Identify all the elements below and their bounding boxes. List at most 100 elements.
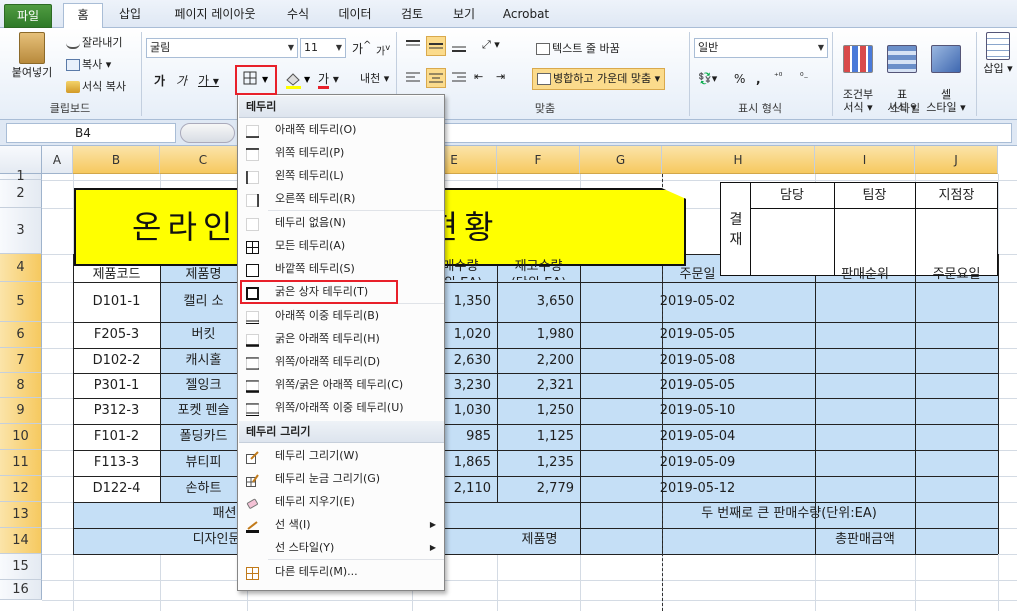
row-header-7[interactable]: 7 [0, 348, 42, 373]
align-left-button[interactable] [404, 70, 422, 89]
thick-box-border-highlight [240, 280, 398, 304]
thick-bottom-border-icon [246, 332, 259, 347]
border-item-label: 위쪽/아래쪽 이중 테두리(U) [275, 401, 404, 414]
grow-font-button[interactable]: 가^ [352, 40, 371, 57]
italic-button[interactable]: 가 [176, 72, 187, 89]
draw-item-3[interactable]: 선 색(I) ▶ [239, 513, 444, 536]
row-header-8[interactable]: 8 [0, 373, 42, 398]
border-item-0[interactable]: 아래쪽 테두리(O) [239, 118, 444, 141]
column-header-i[interactable]: I [815, 146, 915, 174]
border-item-3[interactable]: 오른쪽 테두리(R) [239, 187, 444, 210]
border-item-8[interactable]: 아래쪽 이중 테두리(B) [239, 304, 444, 327]
copy-button[interactable]: 복사 ▾ [66, 56, 111, 72]
font-color-button[interactable]: 가 ▾ [318, 70, 339, 89]
bottom-align-button[interactable] [450, 38, 468, 57]
top-align-button[interactable] [404, 38, 422, 57]
middle-align-button[interactable] [426, 36, 446, 56]
border-item-9[interactable]: 굵은 아래쪽 테두리(H) [239, 327, 444, 350]
column-header-h[interactable]: H [662, 146, 815, 174]
border-item-label: 위쪽 테두리(P) [275, 146, 345, 159]
formula-bar-toggle[interactable] [180, 123, 235, 143]
comma-button[interactable]: , [756, 72, 761, 86]
tab-insert[interactable]: 삽입 [110, 3, 150, 28]
row-header-2[interactable]: 2 [0, 180, 42, 208]
tab-data[interactable]: 데이터 [330, 3, 380, 28]
shrink-font-button[interactable]: 가v [376, 42, 390, 57]
row-header-5[interactable]: 5 [0, 282, 42, 322]
eraser-icon [246, 495, 259, 509]
row-header-15[interactable]: 15 [0, 554, 42, 580]
draw-item-label: 테두리 지우기(E) [275, 495, 355, 508]
outside-borders-icon [246, 262, 259, 277]
svg-text:▼: ▼ [304, 75, 311, 84]
border-item-1[interactable]: 위쪽 테두리(P) [239, 141, 444, 164]
draw-item-4[interactable]: 선 스타일(Y) ▶ [239, 536, 444, 559]
table-border-v [998, 502, 999, 554]
cell-code: D101-1 [92, 294, 141, 309]
row-header-4[interactable]: 4 [0, 254, 42, 282]
border-item-10[interactable]: 위쪽/아래쪽 테두리(D) [239, 350, 444, 373]
cell-name: 캘리 소 [183, 294, 224, 309]
row-header-13[interactable]: 13 [0, 502, 42, 528]
draw-item-1[interactable]: 테두리 눈금 그리기(G) [239, 467, 444, 490]
draw-item-0[interactable]: 테두리 그리기(W) [239, 444, 444, 467]
row-header-14[interactable]: 14 [0, 528, 42, 554]
font-name-combo[interactable]: 굴림 ▼ [146, 38, 298, 58]
tab-home[interactable]: 홈 [63, 3, 103, 29]
bold-button[interactable]: 가 [154, 72, 165, 89]
border-item-label: 아래쪽 테두리(O) [275, 123, 357, 136]
row-header-10[interactable]: 10 [0, 424, 42, 450]
tab-view[interactable]: 보기 [444, 3, 484, 28]
orientation-button[interactable]: ⤢ ▾ [482, 38, 500, 52]
draw-item-5[interactable]: 다른 테두리(M)... [239, 560, 444, 583]
percent-button[interactable]: % [734, 72, 745, 86]
top-border-icon [246, 146, 259, 161]
name-box[interactable]: B4 [6, 123, 176, 143]
align-center-button[interactable] [426, 68, 446, 88]
border-item-12[interactable]: 위쪽/아래쪽 이중 테두리(U) [239, 396, 444, 419]
column-header-j[interactable]: J [915, 146, 998, 174]
increase-indent-button[interactable]: ⇥ [496, 70, 505, 83]
font-size-combo[interactable]: 11 ▼ [300, 38, 346, 58]
column-header-c[interactable]: C [160, 146, 247, 174]
row-header-12[interactable]: 12 [0, 476, 42, 502]
decrease-decimal-button[interactable]: ⁰₋ [800, 72, 808, 82]
tab-formulas[interactable]: 수식 [278, 3, 318, 28]
format-painter-button[interactable]: 서식 복사 [66, 78, 126, 94]
number-format-combo[interactable]: 일반 ▼ [694, 38, 828, 58]
border-item-5[interactable]: 모든 테두리(A) [239, 234, 444, 257]
tab-review[interactable]: 검토 [392, 3, 432, 28]
column-header-g[interactable]: G [580, 146, 662, 174]
column-header-f[interactable]: F [497, 146, 580, 174]
wrap-text-button[interactable]: 텍스트 줄 바꿈 [536, 40, 620, 56]
decrease-indent-button[interactable]: ⇤ [474, 70, 483, 83]
border-item-2[interactable]: 왼쪽 테두리(L) [239, 164, 444, 187]
tab-page-layout[interactable]: 페이지 레이아웃 [160, 3, 270, 28]
cut-button[interactable]: 잘라내기 [66, 34, 122, 50]
align-right-button[interactable] [450, 70, 468, 89]
row-header-3[interactable]: 3 [0, 208, 42, 254]
fill-color-button[interactable]: ▼ [284, 70, 314, 90]
draw-item-2[interactable]: 테두리 지우기(E) [239, 490, 444, 513]
row-header-16[interactable]: 16 [0, 580, 42, 600]
phonetic-button[interactable]: 내천 ▾ [360, 70, 389, 86]
accounting-format-button[interactable]: 💱▾ [698, 72, 717, 85]
border-item-11[interactable]: 위쪽/굵은 아래쪽 테두리(C) [239, 373, 444, 396]
column-header-b[interactable]: B [73, 146, 160, 174]
underline-button[interactable]: 가 ▾ [198, 72, 219, 89]
border-item-4[interactable]: 테두리 없음(N) [239, 211, 444, 234]
row-header-9[interactable]: 9 [0, 398, 42, 424]
border-item-label: 위쪽/아래쪽 테두리(D) [275, 355, 381, 368]
cell-code: F101-2 [93, 429, 140, 444]
increase-decimal-button[interactable]: ⁺⁰ [774, 72, 782, 82]
border-item-6[interactable]: 바깥쪽 테두리(S) [239, 257, 444, 280]
paste-button[interactable]: 붙여넣기 [6, 32, 58, 79]
column-header-a[interactable]: A [42, 146, 73, 174]
row-header-6[interactable]: 6 [0, 322, 42, 348]
draw-item-label: 테두리 눈금 그리기(G) [275, 472, 381, 485]
insert-cells-button[interactable]: 삽입 ▾ [980, 32, 1016, 75]
tab-acrobat[interactable]: Acrobat [496, 3, 556, 28]
row-header-11[interactable]: 11 [0, 450, 42, 476]
tab-file[interactable]: 파일 [4, 4, 52, 28]
merge-center-button[interactable]: 병합하고 가운데 맞춤 ▾ [532, 68, 666, 90]
